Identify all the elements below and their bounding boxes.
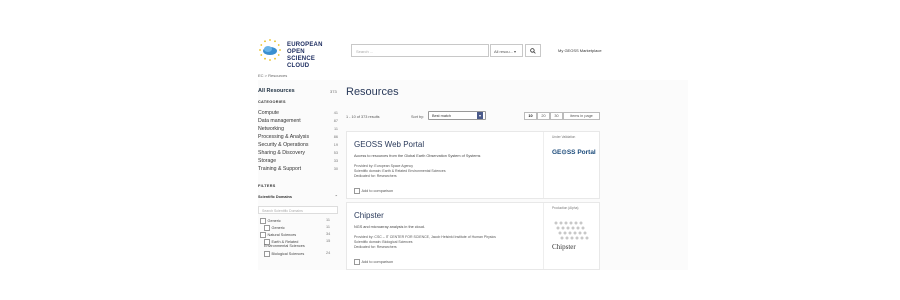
category-label: Processing & Analysis [258,134,310,140]
chevron-down-icon: ▾ [477,112,483,119]
chipster-logo: Chipster [552,243,576,251]
resource-aside: Production (Alpha) Chipster [543,203,599,269]
page: EUROPEAN OPEN SCIENCE CLOUD Search ... A… [0,0,900,300]
category-label: Training & Support [258,166,302,172]
breadcrumb[interactable]: EC > Resources [258,73,287,78]
sort-select[interactable]: Best match ▾ [428,111,486,120]
per-page-label: items in page [563,112,600,120]
filter-option-label: Generic [271,225,285,230]
checkbox[interactable] [264,251,270,257]
filter-option-label: Generic [267,218,281,223]
filter-option[interactable]: Natural Sciences 34 [260,232,330,238]
category-item[interactable]: Storage 33 [258,158,340,165]
checkbox[interactable] [354,259,360,265]
resource-description: NGS and microarray analysis in the cloud… [354,225,425,229]
category-item[interactable]: Data management 87 [258,118,340,125]
filter-option[interactable]: Biological Sciences 24 [264,251,330,257]
sidebar-all-resources[interactable]: All Resources [258,88,295,94]
filter-option[interactable]: Generic 11 [264,225,330,231]
search-scope-value: All resou... [494,49,513,54]
category-item[interactable]: Networking 11 [258,126,340,133]
add-to-comparison[interactable]: Add to comparison [354,188,393,194]
resource-description: Access to resources from the Global Eart… [354,154,481,158]
checkbox[interactable] [260,232,266,238]
category-count: 86 [333,135,338,139]
logo-line1: EUROPEAN OPEN [287,42,323,55]
category-count: 87 [333,119,338,123]
chipster-microarray-icon [554,221,589,240]
chevron-up-icon: ⌃ [334,194,338,199]
sort-value: Best match [432,114,451,118]
filter-option-count: 15 [326,239,331,243]
status-badge: Under Validation [552,135,576,139]
category-item[interactable]: Sharing & Discovery 53 [258,150,340,157]
filter-search-input[interactable]: Search Scientific Domains [258,206,338,214]
category-label: Networking [258,126,284,132]
geoss-logo: GE⊙SS Portal [552,149,596,156]
checkbox[interactable] [354,188,360,194]
eu-stars-icon [259,39,281,61]
filter-option-continued: Environmental Sciences [264,244,305,249]
category-count: 53 [333,151,338,155]
resource-title[interactable]: GEOSS Web Portal [354,140,424,149]
eosc-logo[interactable]: EUROPEAN OPEN SCIENCE CLOUD [258,38,338,69]
sidebar-all-count: 373 [330,89,337,94]
filter-option-label: Biological Sciences [271,251,305,256]
resource-card[interactable]: GEOSS Web Portal Access to resources fro… [346,131,600,199]
per-page-30[interactable]: 30 [550,112,563,120]
filter-option-label: Environmental Sciences [264,244,305,248]
filter-option-label: Natural Sciences [267,232,297,237]
category-count: 33 [333,159,338,163]
logo-line2: SCIENCE CLOUD [287,56,316,69]
checkbox[interactable] [260,218,266,224]
checkbox[interactable] [264,225,270,231]
compare-label: Add to comparison [361,188,394,193]
resource-dedicated: Dedicated for: Researchers [354,174,397,178]
page-title: Resources [346,86,399,98]
logo-text: EUROPEAN OPEN SCIENCE CLOUD [287,42,338,70]
category-label: Sharing & Discovery [258,150,305,156]
compare-label: Add to comparison [361,259,394,264]
filter-scientific-domains[interactable]: Scientific Domains ⌃ [258,194,340,202]
per-page-10[interactable]: 10 [524,112,537,120]
sort-label: Sort by: [411,115,425,119]
category-label: Data management [258,118,301,124]
filter-option-count: 11 [326,218,330,222]
categories-heading: CATEGORIES [258,100,286,104]
category-item[interactable]: Training & Support 30 [258,166,340,173]
category-label: Security & Operations [258,142,309,148]
my-marketplace-link[interactable]: My GEOSS Marketplace [558,48,602,53]
resource-aside: Under Validation GE⊙SS Portal [543,132,599,198]
search-input[interactable]: Search ... [351,44,489,57]
filter-option-count: 34 [326,232,331,236]
resource-title[interactable]: Chipster [354,211,384,220]
search-icon [530,48,536,54]
category-item[interactable]: Processing & Analysis 86 [258,134,340,141]
category-count: 19 [333,143,338,147]
category-count: 11 [334,127,338,131]
search-scope-select[interactable]: All resou... ▾ [490,44,523,57]
per-page-20[interactable]: 20 [537,112,550,120]
filter-label: Scientific Domains [258,195,292,199]
search-button[interactable] [525,44,541,57]
status-badge: Production (Alpha) [552,206,579,210]
results-count: 1 - 10 of 373 results [346,115,380,119]
category-item[interactable]: Compute 41 [258,110,340,117]
filter-option-count: 24 [326,251,331,255]
resource-dedicated: Dedicated for: Researchers [354,245,397,249]
category-label: Compute [258,110,280,116]
resource-meta: Provided by: European Space Agency Scien… [354,164,446,179]
add-to-comparison[interactable]: Add to comparison [354,259,393,265]
category-count: 30 [333,167,338,171]
category-count: 41 [333,111,338,115]
filter-option[interactable]: Generic 11 [260,218,330,224]
category-item[interactable]: Security & Operations 19 [258,142,340,149]
filters-heading: FILTERS [258,184,276,188]
category-label: Storage [258,158,277,164]
resource-card[interactable]: Chipster NGS and microarray analysis in … [346,202,600,270]
filter-option-count: 11 [326,225,330,229]
resource-meta: Provided by: CSC – IT CENTER FOR SCIENCE… [354,235,496,250]
